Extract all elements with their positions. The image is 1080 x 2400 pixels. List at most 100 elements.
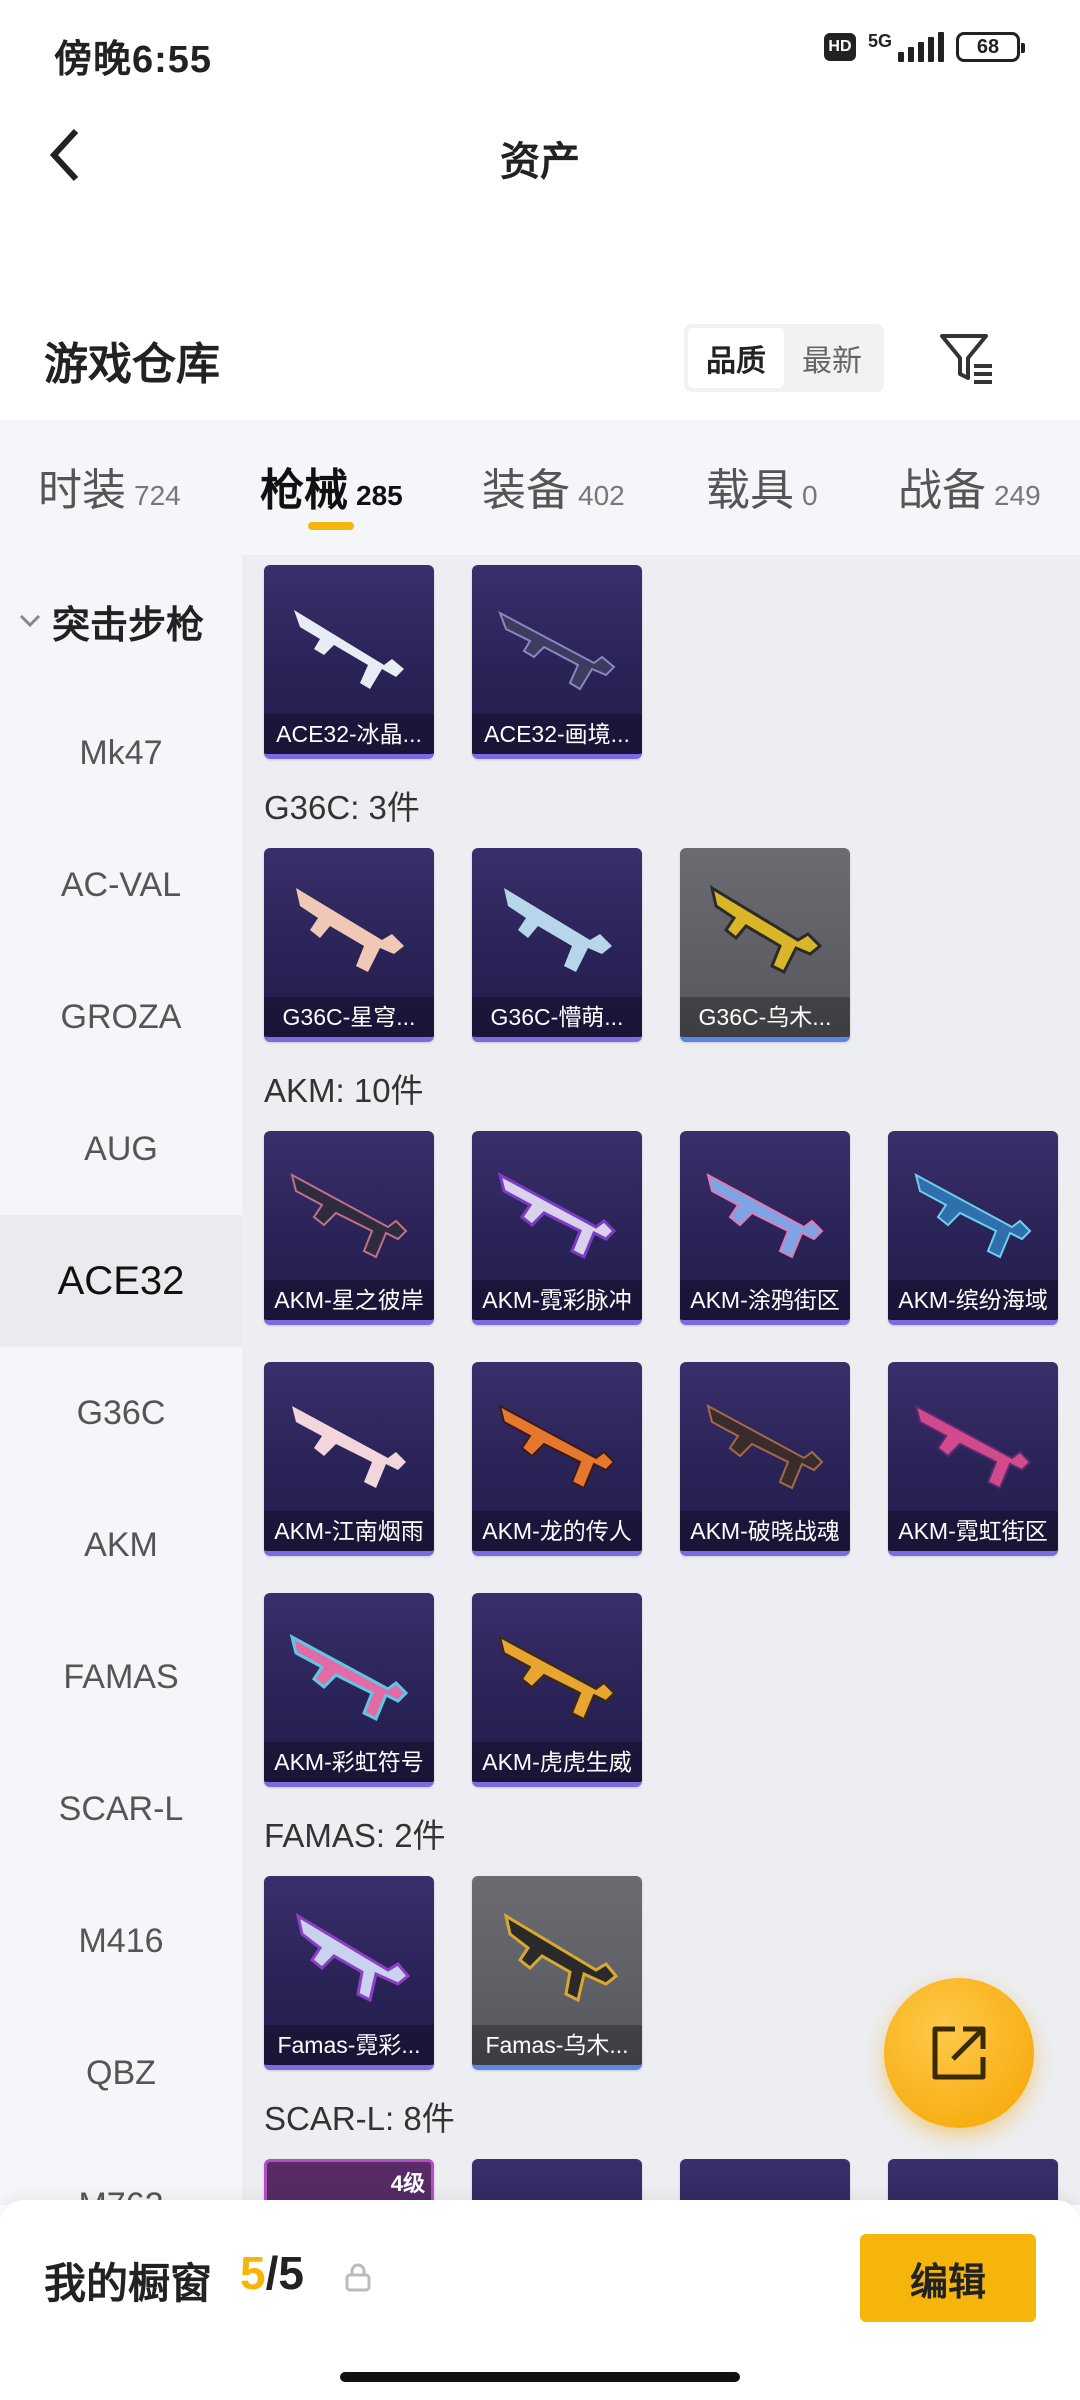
skin-card[interactable]: AKM-缤纷海域 <box>888 1131 1058 1325</box>
showcase-current: 5 <box>240 2247 266 2299</box>
active-tab-indicator <box>308 522 354 530</box>
edit-button[interactable]: 编辑 <box>860 2234 1036 2322</box>
skin-name: Famas-霓彩... <box>264 2025 434 2065</box>
skin-card[interactable]: G36C-乌木... <box>680 848 850 1042</box>
skin-card[interactable]: Famas-乌木... <box>472 1876 642 2070</box>
skin-card[interactable]: ACE32-冰晶... <box>264 565 434 759</box>
skin-card[interactable]: AKM-星之彼岸 <box>264 1131 434 1325</box>
skin-name: AKM-缤纷海域 <box>888 1280 1058 1320</box>
tab-outfits[interactable]: 时装 724 <box>38 454 181 518</box>
sidebar-item-ac-val[interactable]: AC-VAL <box>0 819 242 951</box>
rifle-icon <box>498 1635 616 1721</box>
rifle-icon <box>914 1173 1032 1259</box>
skin-card[interactable]: AKM-彩虹符号 <box>264 1593 434 1787</box>
rifle-icon <box>914 1404 1032 1490</box>
skin-card[interactable]: G36C-星穹... <box>264 848 434 1042</box>
sidebar-item-qbz[interactable]: QBZ <box>0 2007 242 2139</box>
skin-card[interactable] <box>680 2159 850 2205</box>
skin-level-badge: 4级 <box>390 2171 425 2196</box>
tab-count: 285 <box>356 480 403 511</box>
weapon-sidebar: 突击步枪 Mk47 AC-VAL GROZA AUG ACE32 G36C AK… <box>0 555 242 2205</box>
tab-gear[interactable]: 战备 249 <box>898 454 1041 518</box>
skin-name: AKM-霓彩脉冲 <box>472 1280 642 1320</box>
sidebar-item-ace32[interactable]: ACE32 <box>0 1215 242 1347</box>
tab-count: 0 <box>802 480 818 511</box>
sidebar-item-aug[interactable]: AUG <box>0 1083 242 1215</box>
skin-card[interactable]: 4级 <box>264 2159 434 2205</box>
rifle-icon <box>706 1404 824 1490</box>
sidebar-item-akm[interactable]: AKM <box>0 1479 242 1611</box>
sort-quality[interactable]: 品质 <box>688 328 784 388</box>
battery-level: 68 <box>976 35 1000 58</box>
warehouse-title: 游戏仓库 <box>44 340 220 389</box>
share-button[interactable] <box>884 1978 1034 2128</box>
tab-vehicles[interactable]: 载具 0 <box>706 454 818 518</box>
skin-card[interactable]: AKM-涂鸦街区 <box>680 1131 850 1325</box>
skin-card[interactable]: AKM-破晓战魂 <box>680 1362 850 1556</box>
skin-card[interactable] <box>472 2159 642 2205</box>
skin-name: AKM-龙的传人 <box>472 1511 642 1551</box>
skin-card[interactable]: AKM-霓彩脉冲 <box>472 1131 642 1325</box>
tab-label: 战备 <box>898 466 986 515</box>
page-title: 资产 <box>500 140 580 184</box>
skin-name: AKM-霓虹街区 <box>888 1511 1058 1551</box>
rifle-icon <box>294 610 404 689</box>
rifle-icon <box>709 884 823 975</box>
header: 资产 <box>0 105 1080 205</box>
rifle-icon <box>497 1172 617 1260</box>
sidebar-group-assault-rifles[interactable]: 突击步枪 <box>0 555 242 687</box>
rifle-icon <box>290 1173 408 1259</box>
showcase-bar: 我的橱窗 5/5 编辑 <box>0 2200 1080 2400</box>
sidebar-item-g36c[interactable]: G36C <box>0 1347 242 1479</box>
status-bar: 傍晚6:55 HD 5G 68 <box>0 0 1080 105</box>
section-title-akm: AKM: 10件 <box>264 1072 424 1109</box>
skin-card[interactable]: G36C-懵萌... <box>472 848 642 1042</box>
share-icon <box>932 2026 986 2080</box>
battery-icon: 68 <box>956 32 1025 62</box>
section-title-g36c: G36C: 3件 <box>264 789 420 826</box>
sidebar-item-groza[interactable]: GROZA <box>0 951 242 1083</box>
rifle-icon <box>295 1912 411 2003</box>
showcase-max: 5 <box>278 2247 304 2299</box>
skin-name: G36C-懵萌... <box>472 997 642 1037</box>
skin-card[interactable]: Famas-霓彩... <box>264 1876 434 2070</box>
skin-card[interactable]: AKM-江南烟雨 <box>264 1362 434 1556</box>
skin-name: ACE32-画境... <box>472 714 642 754</box>
rifle-icon <box>289 1634 409 1722</box>
section-title-scar-l: SCAR-L: 8件 <box>264 2100 455 2137</box>
home-indicator[interactable] <box>340 2372 740 2382</box>
showcase-label: 我的橱窗 <box>44 2260 213 2307</box>
tab-label: 载具 <box>706 466 794 515</box>
skin-grid: ACE32-冰晶... ACE32-画境... G36C: 3件 G36C-星穹… <box>242 555 1080 2205</box>
skin-card[interactable]: AKM-虎虎生威 <box>472 1593 642 1787</box>
skin-card[interactable]: AKM-龙的传人 <box>472 1362 642 1556</box>
sidebar-item-scar-l[interactable]: SCAR-L <box>0 1743 242 1875</box>
skin-card[interactable] <box>888 2159 1058 2205</box>
skin-name: G36C-星穹... <box>264 997 434 1037</box>
lock-icon <box>345 2263 371 2292</box>
skin-card[interactable]: AKM-霓虹街区 <box>888 1362 1058 1556</box>
network-label: 5G <box>867 31 892 51</box>
tab-label: 枪械 <box>260 466 348 515</box>
tab-firearms[interactable]: 枪械 285 <box>260 454 403 518</box>
rifle-icon <box>504 888 612 972</box>
sort-newest[interactable]: 最新 <box>784 328 880 388</box>
tab-count: 724 <box>134 480 181 511</box>
tab-label: 装备 <box>482 466 570 515</box>
rifle-icon <box>706 1173 824 1259</box>
sidebar-item-m416[interactable]: M416 <box>0 1875 242 2007</box>
sidebar-item-mk47[interactable]: Mk47 <box>0 687 242 819</box>
status-icons: HD 5G 68 <box>823 31 1025 62</box>
warehouse-row: 游戏仓库 品质 最新 <box>0 310 1080 410</box>
tab-equipment[interactable]: 装备 402 <box>482 454 625 518</box>
sidebar-item-m762[interactable]: M762 <box>0 2139 242 2206</box>
skin-card[interactable]: ACE32-画境... <box>472 565 642 759</box>
signal-icon <box>898 32 944 62</box>
sort-toggle: 品质 最新 <box>684 324 884 392</box>
showcase-separator: / <box>265 2247 279 2299</box>
skin-name: AKM-江南烟雨 <box>264 1511 434 1551</box>
filter-button[interactable] <box>930 322 1002 394</box>
status-time: 傍晚6:55 <box>54 39 213 81</box>
tab-count: 402 <box>578 480 625 511</box>
sidebar-item-famas[interactable]: FAMAS <box>0 1611 242 1743</box>
